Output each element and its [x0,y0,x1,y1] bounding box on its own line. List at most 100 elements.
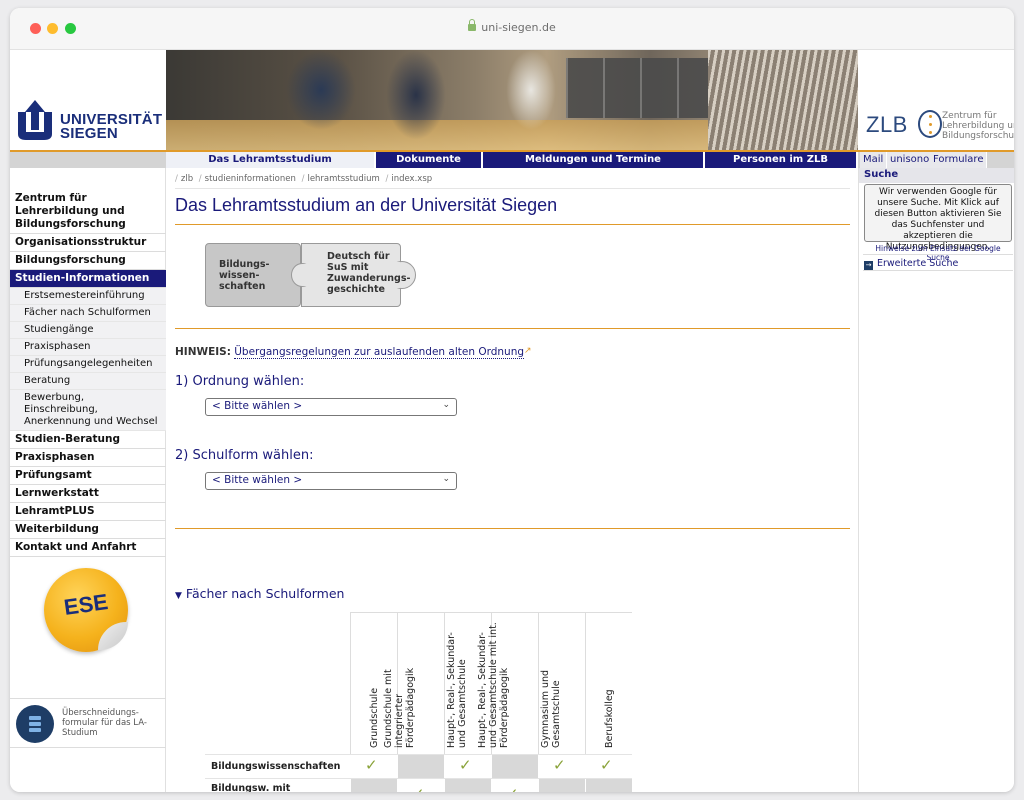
left-sidebar: Zentrum für Lehrerbildung und Bildungsfo… [10,168,166,792]
link-mail[interactable]: Mail [860,152,888,168]
puzzle-label-a: Bildungs-wissen-schaften [219,259,270,292]
sidebar-item[interactable]: Prüfungsamt [10,467,166,485]
column-header: Berufskolleg [585,612,632,754]
sidebar-item[interactable]: Organisationsstruktur [10,234,166,252]
form-icon [16,705,54,743]
hinweis-notice: HINWEIS: Übergangsregelungen zur auslauf… [175,346,532,359]
chevron-down-icon: ⌄ [442,400,450,410]
sidebar-item[interactable]: Prüfungsangelegenheiten [10,356,166,373]
arrow-right-icon: → [864,261,873,270]
checkmark-icon: ✓ [412,785,425,792]
link-formulare[interactable]: Formulare [930,152,988,168]
zlb-logo[interactable]: ZLB Zentrum fürLehrerbildung undBildungs… [858,50,1014,150]
link-unisono[interactable]: unisono [887,152,934,168]
zlb-subtitle: Zentrum fürLehrerbildung undBildungsfors… [942,111,1014,141]
search-heading: Suche [859,168,1014,183]
puzzle-label-b: Deutsch für SuS mit Zuwanderungs-geschicht… [327,251,411,295]
crumb-index[interactable]: index.xsp [391,174,432,184]
browser-toolbar: uni-siegen.de [10,8,1014,50]
table-row-label: Bildungsw. mit integrierter Förderpädago… [211,783,291,792]
checkmark-icon: ✓ [459,756,472,774]
table-cell [585,778,632,792]
url-text: uni-siegen.de [481,21,556,34]
table-cell [538,778,585,792]
tab-meldungen-termine[interactable]: Meldungen und Termine [483,152,705,168]
lock-icon [468,19,477,31]
tab-lehramtsstudium[interactable]: Das Lehramtsstudium [166,152,376,168]
faecher-section-toggle[interactable]: ▼ Fächer nach Schulformen [175,586,344,601]
hinweis-label: HINWEIS: [175,346,231,358]
sidebar-item[interactable]: Praxisphasen [10,449,166,467]
table-cell [444,778,491,792]
table-cell [350,778,397,792]
table-row-label: Bildungswissenschaften [211,761,341,772]
page-title: Das Lehramtsstudium an der Universität S… [175,195,558,215]
zlb-wordmark: ZLB [866,112,908,137]
checkmark-icon: ✓ [553,756,566,774]
page-curl-icon [98,622,128,650]
sidebar-item[interactable]: Beratung [10,373,166,390]
crumb-lehramtsstudium[interactable]: lehramtsstudium [307,174,379,184]
sidebar-item[interactable]: Fächer nach Schulformen [10,305,166,322]
university-name: UNIVERSITÄT SIEGEN [60,111,163,142]
tab-dokumente[interactable]: Dokumente [376,152,483,168]
top-navigation: Das Lehramtsstudium Dokumente Meldungen … [10,152,1014,168]
overlap-form-label: Überschneidungs-formular für das LA- Stud… [62,708,147,738]
puzzle-graphic: Bildungs-wissen-schaften Deutsch für SuS … [205,243,427,309]
ese-badge[interactable]: ESE [44,568,128,652]
step2-label: 2) Schulform wählen: [175,448,314,463]
checkmark-icon: ✓ [600,756,613,774]
table-cell [397,754,444,778]
table-cell: ✓ [491,778,538,792]
sidebar-item[interactable]: Studien-Beratung [10,431,166,449]
external-link-icon: ↗ [524,346,532,356]
header-banner-photo [166,50,858,150]
column-header: Haupt-, Real-, Sekundar-und Gesamtschule… [477,612,538,754]
title-divider [175,224,850,225]
main-content: / zlb / studieninformationen / lehramtsstud… [167,168,858,792]
chevron-down-icon: ⌄ [442,474,450,484]
browser-window: uni-siegen.de UNIVERSITÄT SIEGEN ZLB Zent… [10,8,1014,792]
schulform-select[interactable]: < Bitte wählen > ⌄ [205,472,457,490]
table-cell: ✓ [585,754,632,778]
address-bar[interactable]: uni-siegen.de [10,19,1014,34]
tab-personen-zlb[interactable]: Personen im ZLB [705,152,858,168]
table-cell: ✓ [538,754,585,778]
sidebar-item[interactable]: Lernwerkstatt [10,485,166,503]
right-sidebar: Suche Wir verwenden Google für unsere Su… [858,168,1014,792]
transition-rules-link[interactable]: Übergangsregelungen zur auslaufenden alt… [234,346,525,359]
university-logo[interactable]: UNIVERSITÄT SIEGEN [10,50,166,150]
sidebar-item[interactable]: Kontakt und Anfahrt [10,539,166,557]
table-cell: ✓ [397,778,444,792]
column-header: Gymnasium und Gesamtschule [538,612,585,754]
sidebar-nav: Zentrum für Lehrerbildung und Bildungsfo… [10,190,166,557]
sidebar-item[interactable]: Bildungsforschung [10,252,166,270]
triangle-down-icon: ▼ [175,591,182,601]
breadcrumb: / zlb / studieninformationen / lehramtsstud… [175,174,433,184]
column-header: Grundschule mit integrierter Förderpädagog… [383,612,444,754]
sidebar-item[interactable]: Weiterbildung [10,521,166,539]
sidebar-item[interactable]: Erstsemestereinführung [10,288,166,305]
university-u-icon [18,100,52,140]
table-cell: ✓ [444,754,491,778]
ese-label: ESE [62,589,110,620]
google-search-activate-button[interactable]: Wir verwenden Google für unsere Suche. M… [864,184,1012,252]
crumb-studieninformationen[interactable]: studieninformationen [205,174,296,184]
sidebar-item[interactable]: Studiengänge [10,322,166,339]
crumb-zlb[interactable]: zlb [181,174,193,184]
table-cell [491,754,538,778]
checkmark-icon: ✓ [365,756,378,774]
ordnung-select[interactable]: < Bitte wählen > ⌄ [205,398,457,416]
sidebar-item[interactable]: LehramtPLUS [10,503,166,521]
page: UNIVERSITÄT SIEGEN ZLB Zentrum für Lehrerb… [10,50,1014,792]
advanced-search-link[interactable]: → Erweiterte Suche [864,258,958,270]
sidebar-item[interactable]: Zentrum für Lehrerbildung und Bildungsfo… [10,190,166,234]
checkmark-icon: ✓ [506,785,519,792]
sidebar-item[interactable]: Praxisphasen [10,339,166,356]
step1-label: 1) Ordnung wählen: [175,374,305,389]
overlap-form-link[interactable]: Überschneidungs-formular für das LA- Stud… [10,698,166,748]
table-cell: ✓ [350,754,397,778]
sidebar-item[interactable]: Studien-Informationen [10,270,166,288]
sidebar-item[interactable]: Bewerbung, Einschreibung, Anerkennung un… [10,390,166,431]
zlb-circle-icon [918,110,942,138]
